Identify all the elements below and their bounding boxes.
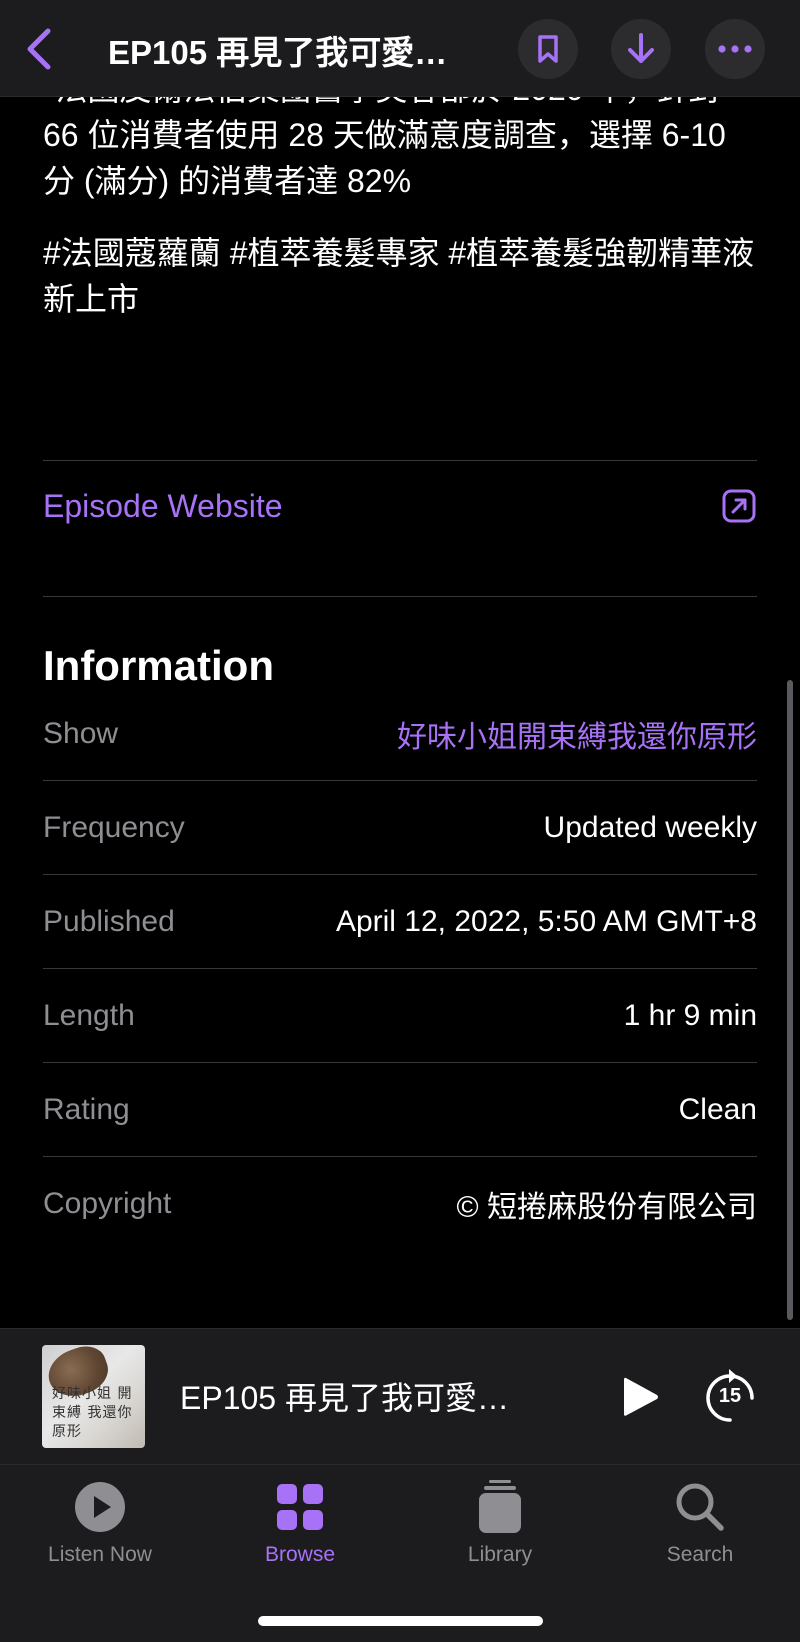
more-options-button[interactable] xyxy=(705,19,765,79)
play-circle-icon xyxy=(75,1482,125,1532)
info-row-frequency: Frequency Updated weekly xyxy=(43,781,757,874)
tab-browse[interactable]: Browse xyxy=(200,1479,400,1579)
info-label: Published xyxy=(43,904,175,938)
search-icon xyxy=(676,1483,724,1531)
tab-label: Library xyxy=(467,1543,533,1566)
tab-label: Search xyxy=(666,1543,734,1566)
info-label: Show xyxy=(43,716,119,750)
mini-player[interactable]: 好味小姐 開束縛 我還你原形 EP105 再見了我可愛… 15 xyxy=(0,1328,800,1465)
bookmark-icon xyxy=(538,35,558,63)
info-label: Length xyxy=(43,998,135,1032)
download-button[interactable] xyxy=(611,19,671,79)
show-link[interactable]: 好味小姐開束縛我還你原形 xyxy=(397,712,757,756)
tab-bar: Listen Now Browse Library Search xyxy=(0,1464,800,1642)
grid-icon xyxy=(277,1484,323,1530)
info-label: Rating xyxy=(43,1092,130,1126)
arrow-down-icon xyxy=(628,33,654,63)
information-heading: Information xyxy=(43,642,274,689)
ellipsis-icon xyxy=(718,45,752,53)
info-value: Clean xyxy=(678,1092,757,1126)
info-value: 1 hr 9 min xyxy=(623,998,757,1032)
info-row-published: Published April 12, 2022, 5:50 AM GMT+8 xyxy=(43,875,757,968)
tab-label: Browse xyxy=(264,1543,336,1566)
chevron-left-icon xyxy=(27,28,51,70)
tab-listen-now[interactable]: Listen Now xyxy=(0,1479,200,1579)
tab-library[interactable]: Library xyxy=(400,1479,600,1579)
page-title: EP105 再見了我可愛… xyxy=(108,34,448,71)
back-button[interactable] xyxy=(14,18,62,80)
info-row-copyright: Copyright © 短捲麻股份有限公司 xyxy=(43,1157,757,1250)
info-label: Frequency xyxy=(43,810,185,844)
hashtags-paragraph: #法國蔻蘿蘭 #植萃養髮專家 #植萃養髮強韌精華液新上市 xyxy=(43,235,755,317)
skip-seconds-label: 15 xyxy=(718,1385,742,1407)
external-link-icon xyxy=(722,489,756,523)
info-row-length: Length 1 hr 9 min xyxy=(43,969,757,1062)
play-button[interactable] xyxy=(616,1369,666,1425)
info-row-rating: Rating Clean xyxy=(43,1063,757,1156)
scrollbar[interactable] xyxy=(787,680,793,1320)
info-value: © 短捲麻股份有限公司 xyxy=(456,1190,757,1224)
now-playing-title[interactable]: EP105 再見了我可愛… xyxy=(180,1373,550,1419)
podcast-artwork[interactable]: 好味小姐 開束縛 我還你原形 xyxy=(42,1345,145,1448)
tab-label: Listen Now xyxy=(48,1543,152,1566)
stack-icon xyxy=(479,1480,521,1533)
info-label: Copyright xyxy=(43,1186,172,1220)
info-row-show: Show 好味小姐開束縛我還你原形 xyxy=(43,687,757,780)
episode-website-label: Episode Website xyxy=(43,487,283,524)
description-paragraph: *法國皮爾法伯集團醫學美容部於 2020 年，針對 66 位消費者使用 28 天… xyxy=(43,96,726,199)
info-value: Updated weekly xyxy=(543,810,757,844)
navigation-bar: EP105 再見了我可愛… xyxy=(0,0,800,97)
episode-details: *法國皮爾法伯集團醫學美容部於 2020 年，針對 66 位消費者使用 28 天… xyxy=(0,96,800,1328)
bookmark-button[interactable] xyxy=(518,19,578,79)
tab-search[interactable]: Search xyxy=(600,1479,800,1579)
artwork-text: 好味小姐 開束縛 我還你原形 xyxy=(52,1386,133,1440)
episode-website-link[interactable]: Episode Website xyxy=(43,460,757,552)
skip-forward-15-button[interactable]: 15 xyxy=(702,1365,758,1427)
home-indicator[interactable] xyxy=(258,1616,543,1626)
divider xyxy=(43,596,757,597)
play-icon xyxy=(624,1377,658,1416)
info-value: April 12, 2022, 5:50 AM GMT+8 xyxy=(335,904,757,938)
